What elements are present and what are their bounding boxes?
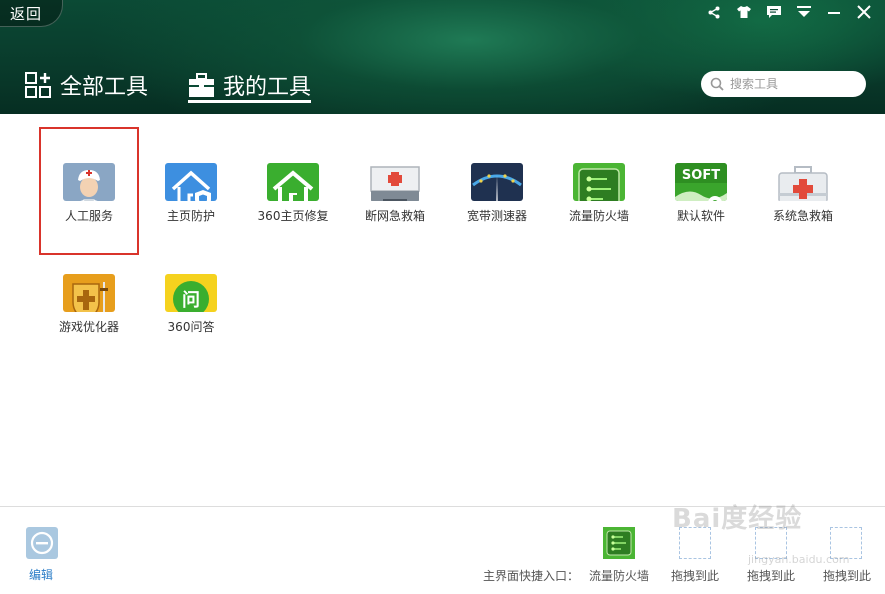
soft-icon: SOFT	[675, 163, 727, 201]
svg-text:问: 问	[182, 290, 200, 311]
svg-text:SOFT: SOFT	[682, 168, 720, 183]
edit-button[interactable]	[26, 527, 58, 559]
header-banner: 返回 全部工具 我的工具 搜索工具	[0, 0, 885, 114]
tool-traffic-firewall[interactable]: 流量防火墙	[548, 114, 650, 224]
tool-default-software[interactable]: SOFT 默认软件	[650, 114, 752, 224]
share-icon[interactable]	[699, 2, 729, 22]
tool-label: 人工服务	[64, 209, 113, 223]
tool-label: 断网急救箱	[364, 209, 425, 223]
tab-all-tools[interactable]: 全部工具	[25, 66, 148, 104]
tool-label: 宽带测速器	[466, 209, 527, 223]
tool-game-optimizer[interactable]: 游戏优化器	[38, 225, 140, 335]
home-repair-icon	[267, 163, 319, 201]
back-button[interactable]: 返回	[0, 0, 63, 27]
doctor-icon	[63, 163, 115, 201]
tool-homepage-repair[interactable]: 360主页修复	[242, 114, 344, 224]
system-firstaid-icon	[777, 163, 829, 201]
edit-label[interactable]: 编辑	[29, 566, 53, 583]
traffic-firewall-icon	[573, 163, 625, 201]
tool-label: 流量防火墙	[568, 209, 629, 223]
skin-icon[interactable]	[729, 2, 759, 22]
tool-label: 默认软件	[676, 209, 725, 223]
game-shield-icon	[63, 274, 115, 312]
quick-slot-label: 拖拽到此	[823, 569, 872, 583]
quick-slot-filled[interactable]	[603, 527, 635, 559]
search-icon	[710, 77, 724, 91]
back-label: 返回	[10, 5, 43, 23]
quick-slot-label: 拖拽到此	[671, 569, 720, 583]
tool-system-firstaid[interactable]: 系统急救箱	[752, 114, 854, 224]
tab-all-label: 全部工具	[60, 75, 149, 100]
search-input[interactable]	[728, 76, 857, 92]
tool-label: 主页防护	[166, 209, 215, 223]
tool-manual-service[interactable]: 人工服务	[38, 114, 140, 224]
tab-mine-label: 我的工具	[223, 75, 312, 100]
tool-360-qa[interactable]: 问 360问答	[140, 225, 242, 335]
tab-my-tools[interactable]: 我的工具	[188, 66, 311, 104]
tool-broadband-speed[interactable]: 宽带测速器	[446, 114, 548, 224]
speedometer-icon	[471, 163, 523, 201]
active-tab-indicator	[188, 100, 311, 103]
search-box[interactable]	[701, 71, 866, 97]
close-icon[interactable]	[849, 2, 879, 22]
grid-plus-icon	[25, 71, 51, 98]
tool-label: 360主页修复	[257, 209, 329, 223]
toolbox-icon	[189, 72, 214, 97]
minimize-icon[interactable]	[819, 2, 849, 22]
tool-network-firstaid[interactable]: 断网急救箱	[344, 114, 446, 224]
quick-entry-label: 主界面快捷入口：	[483, 569, 580, 583]
watermark: Bai度经验	[672, 504, 803, 534]
tool-label: 系统急救箱	[772, 209, 833, 223]
quick-slot-label: 流量防火墙	[589, 569, 650, 583]
quick-slot-label: 拖拽到此	[747, 569, 796, 583]
tool-label: 360问答	[167, 320, 215, 334]
tool-homepage-protect[interactable]: 主页防护	[140, 114, 242, 224]
home-shield-icon	[165, 163, 217, 201]
minus-circle-icon	[30, 531, 54, 555]
traffic-firewall-icon	[603, 527, 635, 559]
feedback-icon[interactable]	[759, 2, 789, 22]
watermark-url: jingyan.baidu.com	[748, 553, 850, 566]
window-controls	[699, 2, 879, 22]
network-firstaid-icon	[369, 163, 421, 201]
tool-label: 游戏优化器	[58, 320, 119, 334]
qa-icon: 问	[165, 274, 217, 312]
menu-icon[interactable]	[789, 2, 819, 22]
